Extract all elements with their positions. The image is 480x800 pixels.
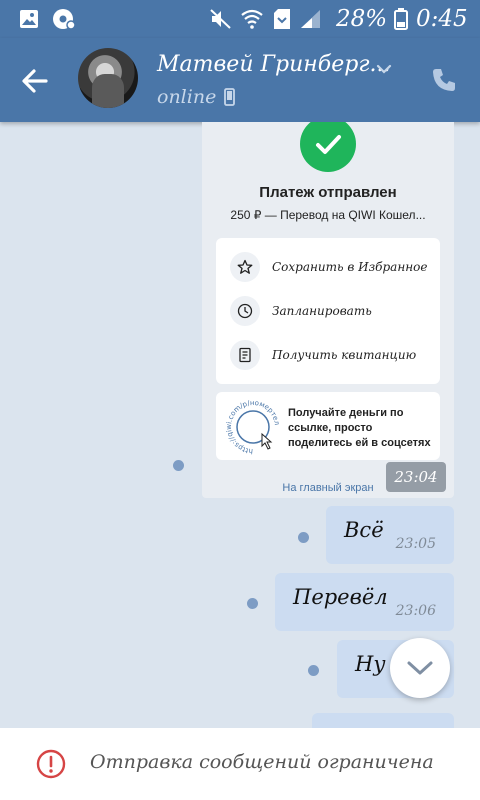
schedule-label: Запланировать <box>272 304 372 318</box>
clock-icon <box>230 296 260 326</box>
signal-icon <box>300 8 322 30</box>
scroll-down-button[interactable] <box>390 638 450 698</box>
gallery-icon <box>18 8 40 30</box>
message-text: Перевёл <box>293 585 388 609</box>
status-bar: 28% 0:45 <box>0 0 480 38</box>
message-time: 23:04 <box>386 462 446 492</box>
chevron-down-icon <box>407 661 433 675</box>
message-time: 23:06 <box>395 603 436 619</box>
avatar[interactable] <box>78 48 138 108</box>
promo-banner: https://qiwi.com/p/номертелефона Получай… <box>216 392 440 460</box>
payment-options: Сохранить в Избранное Запланировать Полу… <box>216 238 440 384</box>
receipt-option: Получить квитанцию <box>216 334 440 376</box>
message-bubble[interactable]: Всё 23:05 <box>326 506 454 564</box>
wifi-icon <box>240 8 264 30</box>
receipt-icon <box>230 340 260 370</box>
schedule-option: Запланировать <box>216 290 440 332</box>
phone-icon[interactable] <box>430 66 458 94</box>
payment-subtitle: 250 ₽ — Перевод на QIWI Кошел... <box>230 208 426 222</box>
alert-icon <box>36 749 66 779</box>
promo-graphic-text: https://qiwi.com/p/номертелефона <box>224 398 281 455</box>
clock-time: 0:45 <box>416 6 468 32</box>
message-bubble[interactable]: Перевёл 23:06 <box>275 573 454 631</box>
messaging-restricted-notice: Отправка сообщений ограничена <box>0 728 480 800</box>
mute-icon <box>210 8 232 30</box>
link-sharing-icon: https://qiwi.com/p/номертелефона <box>224 398 281 455</box>
unread-indicator <box>247 598 258 609</box>
receipt-label: Получить квитанцию <box>272 348 417 362</box>
contact-name[interactable]: Матвей Гринберг... <box>157 52 390 77</box>
message-time: 23:05 <box>395 536 436 552</box>
gear-notification-icon <box>52 8 76 30</box>
message-bubble[interactable] <box>312 713 454 728</box>
unread-indicator <box>308 665 319 676</box>
message-text: Ну <box>355 652 386 676</box>
sim-icon <box>273 8 291 30</box>
chat-header: Матвей Гринберг... online <box>0 38 480 122</box>
check-icon <box>300 122 356 172</box>
unread-indicator <box>173 460 184 471</box>
battery-percent: 28% <box>336 6 388 32</box>
unread-indicator <box>298 532 309 543</box>
promo-text: Получайте деньги по ссылке, просто подел… <box>288 407 431 449</box>
payment-title: Платеж отправлен <box>259 184 397 201</box>
save-favorite-option: Сохранить в Избранное <box>216 246 440 288</box>
back-arrow-icon[interactable] <box>18 64 52 98</box>
save-favorite-label: Сохранить в Избранное <box>272 260 428 274</box>
online-status: online <box>157 86 217 108</box>
notice-text: Отправка сообщений ограничена <box>90 751 434 773</box>
payment-screenshot[interactable]: Платеж отправлен 250 ₽ — Перевод на QIWI… <box>202 122 454 498</box>
chevron-down-icon[interactable] <box>376 60 392 74</box>
battery-icon <box>394 8 408 30</box>
message-list[interactable]: Платеж отправлен 250 ₽ — Перевод на QIWI… <box>0 122 480 728</box>
star-icon <box>230 252 260 282</box>
mobile-icon <box>224 88 235 106</box>
message-text: Всё <box>344 518 384 542</box>
